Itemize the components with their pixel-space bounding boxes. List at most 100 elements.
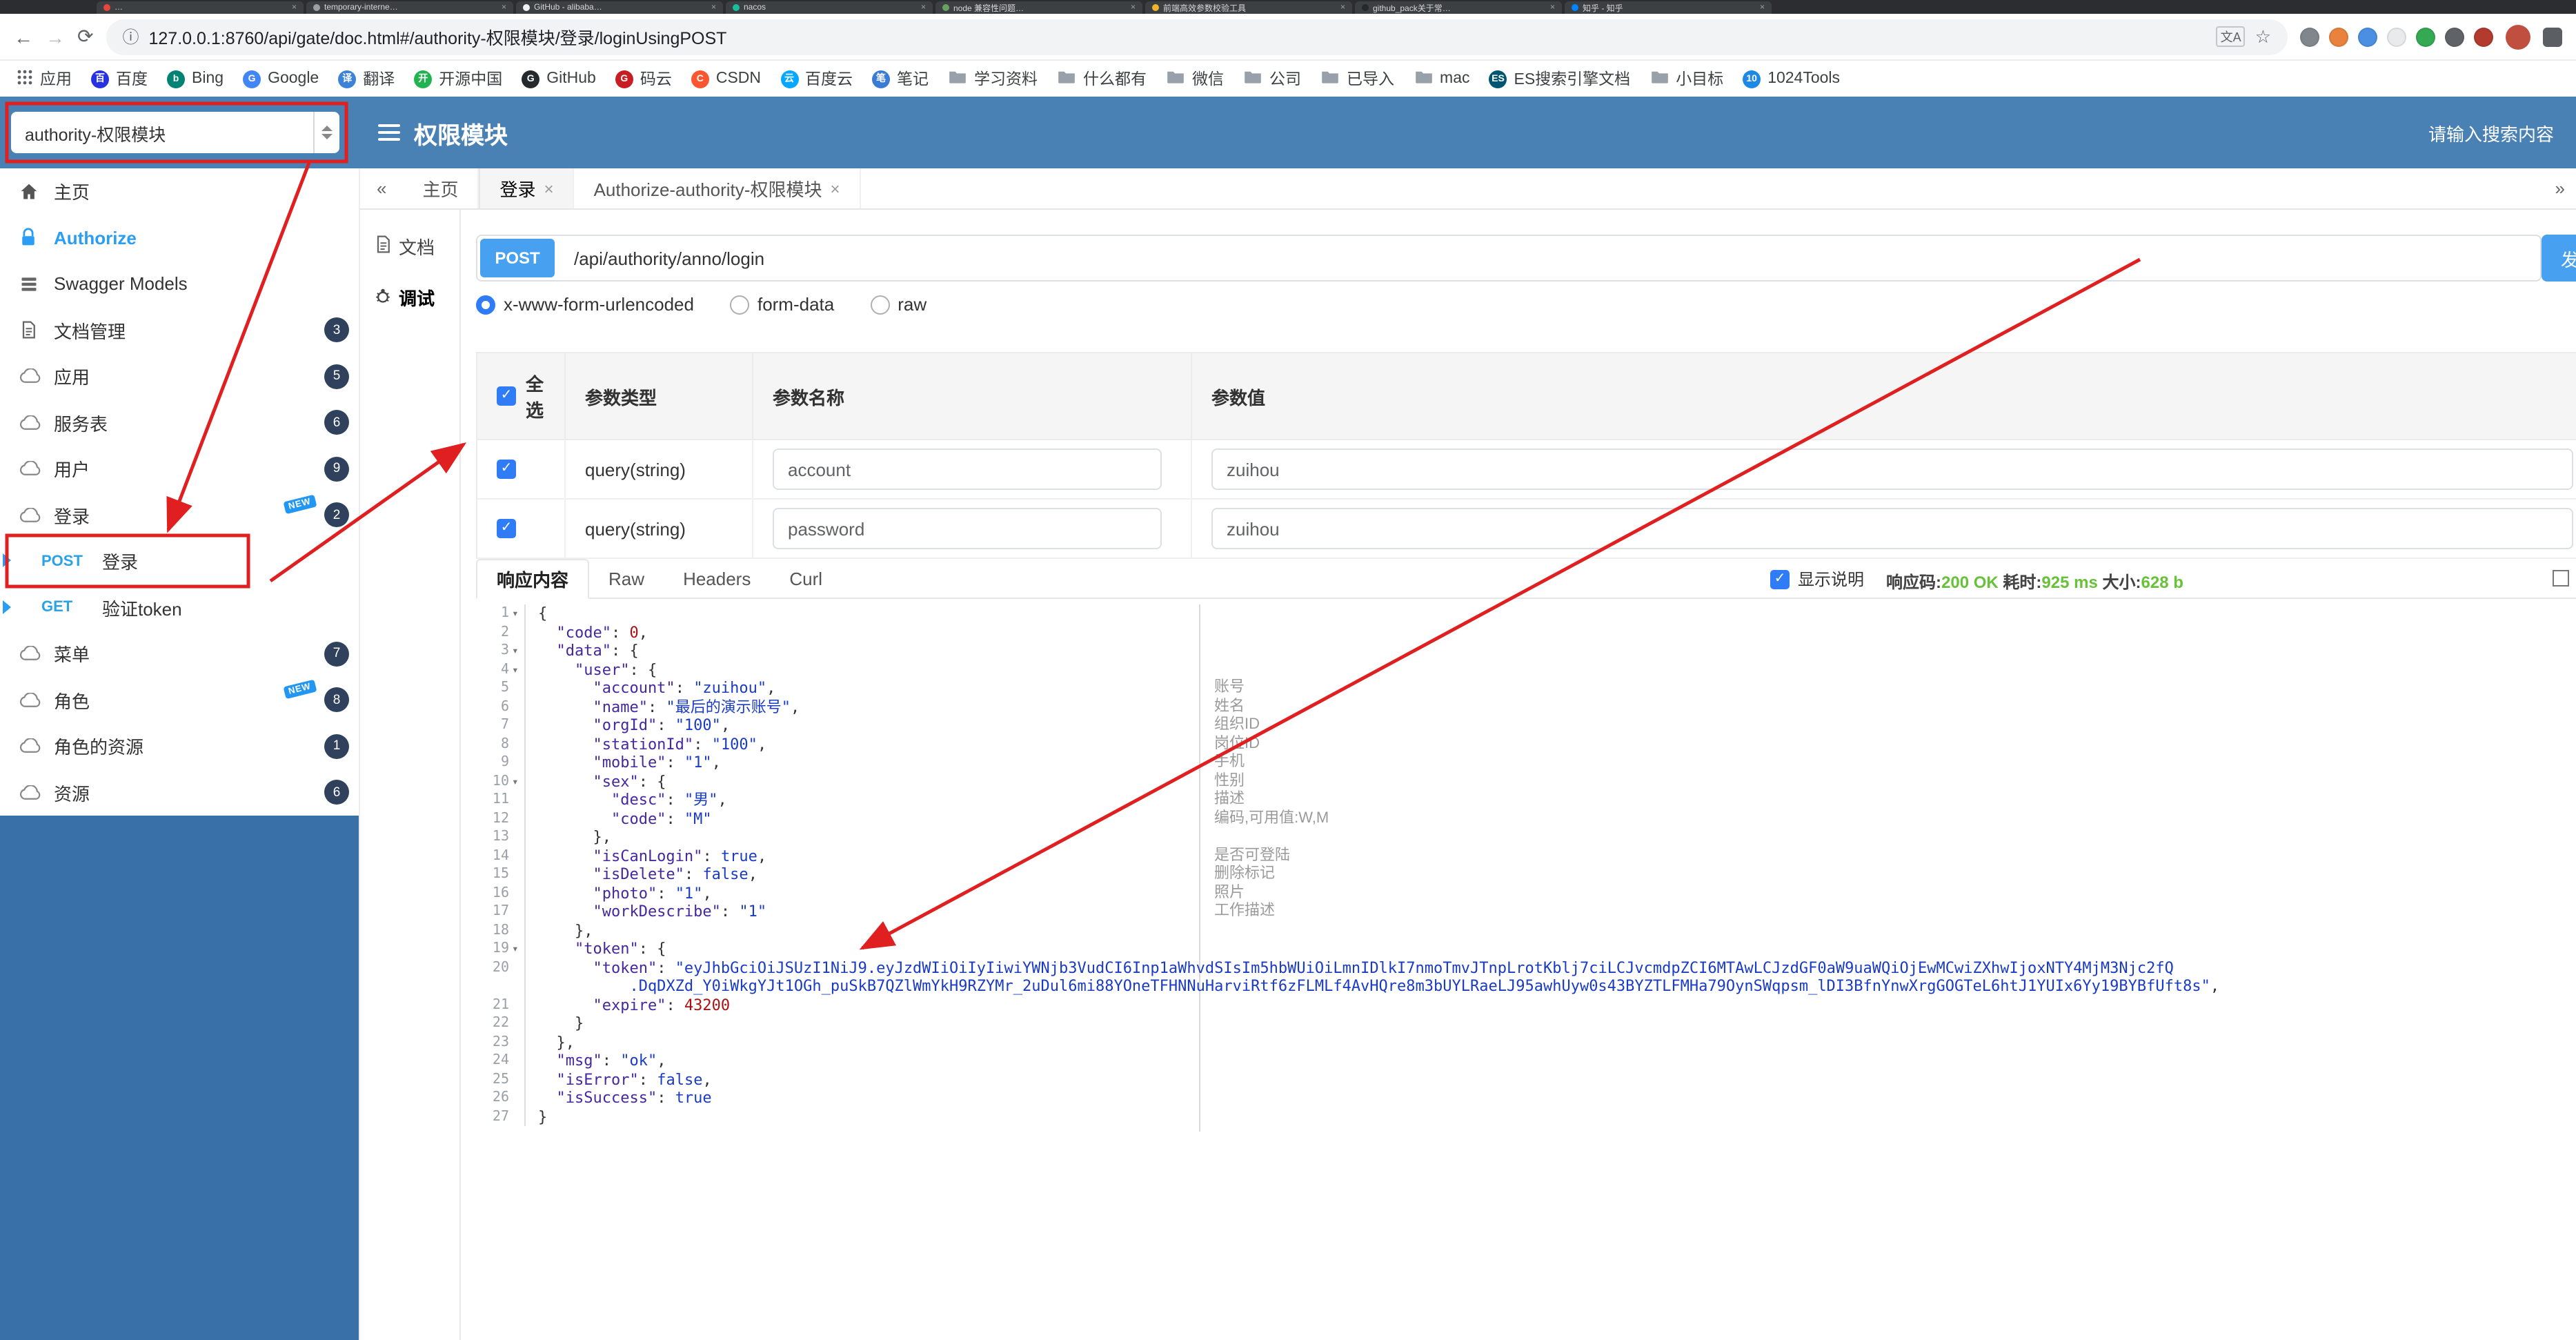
bookmark-item[interactable]: 已导入 [1320, 68, 1394, 90]
bookmark-item[interactable]: C CSDN [691, 70, 761, 88]
sidebar-item-authorize[interactable]: Authorize [0, 215, 359, 261]
bookmark-item[interactable]: G Google [243, 70, 319, 88]
fold-icon[interactable]: ▾ [512, 940, 524, 958]
response-tab[interactable]: Raw [589, 559, 664, 598]
bookmark-item[interactable]: ES ES搜索引擎文档 [1489, 68, 1630, 90]
sidebar-item-service[interactable]: 服务表 6 [0, 400, 359, 446]
send-button[interactable]: 发送 [2542, 235, 2576, 282]
browser-tab[interactable]: … × [97, 1, 304, 14]
nav-debug[interactable]: 调试 [360, 272, 459, 323]
page-tab[interactable]: 登录 × [479, 168, 575, 208]
extension-icon[interactable] [2474, 27, 2493, 46]
omnibox[interactable]: ⓘ 127.0.0.1:8760/api/gate/doc.html#/auth… [106, 19, 2288, 55]
bookmark-item[interactable]: 10 1024Tools [1743, 70, 1840, 88]
sidebar-item-role-resource[interactable]: 角色的资源 1 [0, 723, 359, 769]
bookmark-item[interactable]: 译翻译 [338, 68, 395, 90]
fold-icon[interactable]: ▾ [512, 604, 524, 623]
fold-icon[interactable]: ▾ [512, 642, 524, 660]
bookmark-star-icon[interactable]: ☆ [2255, 26, 2271, 48]
extension-icon[interactable] [2300, 27, 2319, 46]
translate-icon[interactable]: 文A [2216, 26, 2246, 47]
expand-tabs-icon[interactable]: » [2544, 178, 2576, 199]
show-desc-checkbox[interactable]: ✓ 显示说明 [1770, 567, 1864, 591]
header-search-input[interactable]: 请输入搜索内容 [2428, 119, 2554, 146]
close-tab-icon[interactable]: × [1340, 3, 1345, 12]
back-icon[interactable]: ← [14, 26, 33, 48]
close-tab-icon[interactable]: × [502, 3, 506, 12]
sidebar-item-user[interactable]: 用户 9 [0, 446, 359, 492]
close-tab-icon[interactable]: × [711, 3, 716, 12]
extension-icon[interactable] [2445, 27, 2464, 46]
sidebar-item-home[interactable]: 主页 [0, 168, 359, 215]
browser-tab[interactable]: node 兼容性问题… × [935, 1, 1142, 14]
response-tab[interactable]: Curl [770, 559, 842, 598]
close-tab-icon[interactable]: × [1550, 3, 1555, 12]
bookmark-item[interactable]: 公司 [1243, 68, 1301, 90]
sidebar-item-app[interactable]: 应用 5 [0, 353, 359, 400]
extension-icon[interactable] [2358, 27, 2377, 46]
content-type-radio[interactable]: form-data [729, 294, 834, 315]
sidebar-item-menu[interactable]: 菜单 7 [0, 631, 359, 677]
param-name-input[interactable] [773, 508, 1162, 549]
sidebar-item-doc-manage[interactable]: 文档管理 3 [0, 307, 359, 353]
bookmark-item[interactable]: mac [1414, 69, 1470, 88]
browser-menu-icon[interactable] [2543, 27, 2562, 46]
bookmark-item[interactable]: b Bing [167, 70, 224, 88]
bookmark-item[interactable]: 学习资料 [948, 68, 1038, 90]
browser-tab[interactable]: 知乎 - 知乎 × [1565, 1, 1772, 14]
sidebar-item-resource[interactable]: 资源 6 [0, 769, 359, 816]
bookmark-item[interactable]: 小目标 [1649, 68, 1723, 90]
browser-tab[interactable]: 前端高效参数校验工具 × [1145, 1, 1352, 14]
checkbox[interactable]: ✓ [497, 460, 516, 479]
hamburger-icon[interactable] [378, 124, 400, 141]
browser-tab[interactable]: temporary-interne… × [306, 1, 513, 14]
close-tab-icon[interactable]: × [830, 179, 840, 198]
bookmark-item[interactable]: 开开源中国 [414, 68, 502, 90]
page-tab[interactable]: Authorize-authority-权限模块 × [575, 168, 861, 208]
response-tab[interactable]: Headers [664, 559, 770, 598]
bookmark-item[interactable]: G GitHub [522, 70, 596, 88]
content-type-radio[interactable]: raw [870, 294, 927, 315]
extension-icon[interactable] [2329, 27, 2348, 46]
checkbox[interactable]: ✓ [497, 519, 516, 538]
extension-icon[interactable] [2416, 27, 2435, 46]
bookmark-item[interactable]: 云百度云 [780, 68, 853, 90]
param-name-input[interactable] [773, 449, 1162, 490]
browser-tab[interactable]: GitHub - alibaba… × [516, 1, 723, 14]
fold-icon[interactable]: ▾ [512, 660, 524, 679]
sidebar-api-post-login[interactable]: POST 登录 [0, 538, 359, 584]
nav-doc[interactable]: 文档 [360, 221, 459, 272]
page-tab[interactable]: 主页 [403, 168, 479, 208]
reload-icon[interactable]: ⟳ [77, 25, 93, 48]
page-info-icon[interactable]: ⓘ [122, 25, 139, 48]
fullscreen-icon[interactable] [2553, 570, 2569, 587]
browser-tab[interactable]: github_pack关于常… × [1355, 1, 1562, 14]
param-value-input[interactable] [1211, 449, 2573, 490]
content-type-radio[interactable]: x-www-form-urlencoded [476, 294, 694, 315]
browser-tab[interactable]: nacos × [726, 1, 933, 14]
close-tab-icon[interactable]: × [921, 3, 926, 12]
bookmark-item[interactable]: 什么都有 [1057, 68, 1147, 90]
response-json-viewer[interactable]: 1 ▾{2 "code": 0, 3 ▾ "data": {4 ▾ "user": {5… [476, 599, 2576, 1340]
fold-icon[interactable]: ▾ [512, 772, 524, 791]
response-tab[interactable]: 响应内容 [476, 559, 590, 599]
bookmark-item[interactable]: G 码云 [615, 68, 672, 90]
checkbox[interactable]: ✓ [497, 386, 516, 406]
close-tab-icon[interactable]: × [1760, 3, 1765, 12]
bookmark-item[interactable]: 微信 [1166, 68, 1224, 90]
param-value-input[interactable] [1211, 508, 2573, 549]
extension-icon[interactable] [2387, 27, 2406, 46]
collapse-tabs-icon[interactable]: « [360, 178, 403, 199]
module-select[interactable]: authority-权限模块 [11, 112, 339, 153]
close-tab-icon[interactable]: × [1131, 3, 1136, 12]
bookmark-item[interactable]: 笔笔记 [872, 68, 929, 90]
profile-avatar[interactable] [2506, 24, 2530, 49]
bookmark-item[interactable]: 应用 [17, 68, 72, 90]
bookmark-item[interactable]: 百百度 [91, 68, 148, 90]
sidebar-item-swagger-models[interactable]: Swagger Models [0, 261, 359, 307]
close-tab-icon[interactable]: × [292, 3, 297, 12]
sidebar-item-role[interactable]: 角色 NEW 8 [0, 677, 359, 723]
close-tab-icon[interactable]: × [544, 179, 554, 198]
sidebar-api-get-verify-token[interactable]: GET 验证token [0, 584, 359, 631]
forward-icon[interactable]: → [46, 26, 65, 48]
